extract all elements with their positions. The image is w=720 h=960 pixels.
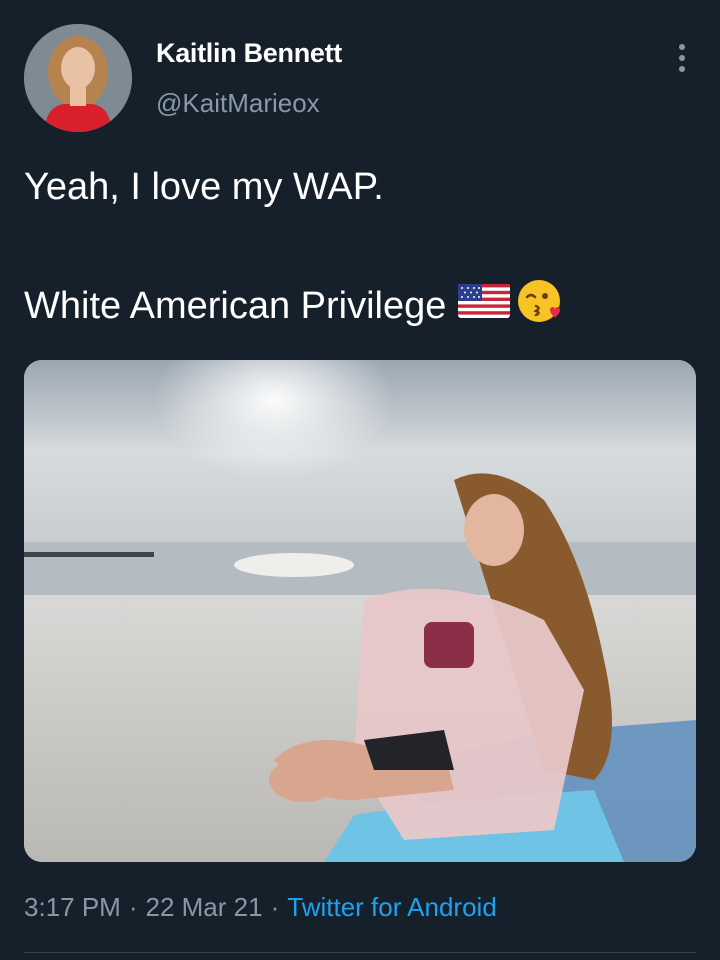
meta-separator: · (270, 892, 280, 922)
tweet-meta: 3:17 PM · 22 Mar 21 · Twitter for Android (24, 892, 497, 923)
more-vertical-icon[interactable] (664, 38, 700, 78)
meta-separator: · (128, 892, 138, 922)
tweet: Kaitlin Bennett @KaitMarieox Yeah, I lov… (0, 0, 720, 960)
tweet-source-link[interactable]: Twitter for Android (287, 892, 497, 922)
avatar[interactable] (24, 24, 132, 132)
author-display-name[interactable]: Kaitlin Bennett (156, 38, 342, 69)
tweet-date: 22 Mar 21 (145, 892, 263, 922)
tweet-photo[interactable] (24, 360, 696, 862)
tweet-text-line-1: Yeah, I love my WAP. (24, 166, 384, 208)
face-blowing-a-kiss-icon (516, 278, 562, 334)
author-handle[interactable]: @KaitMarieox (156, 88, 320, 119)
us-flag-icon (458, 284, 511, 328)
tweet-text-line-2: White American Privilege (24, 278, 562, 334)
tweet-text-line-2-text: White American Privilege (24, 284, 447, 327)
divider (24, 952, 696, 953)
tweet-time: 3:17 PM (24, 892, 121, 922)
